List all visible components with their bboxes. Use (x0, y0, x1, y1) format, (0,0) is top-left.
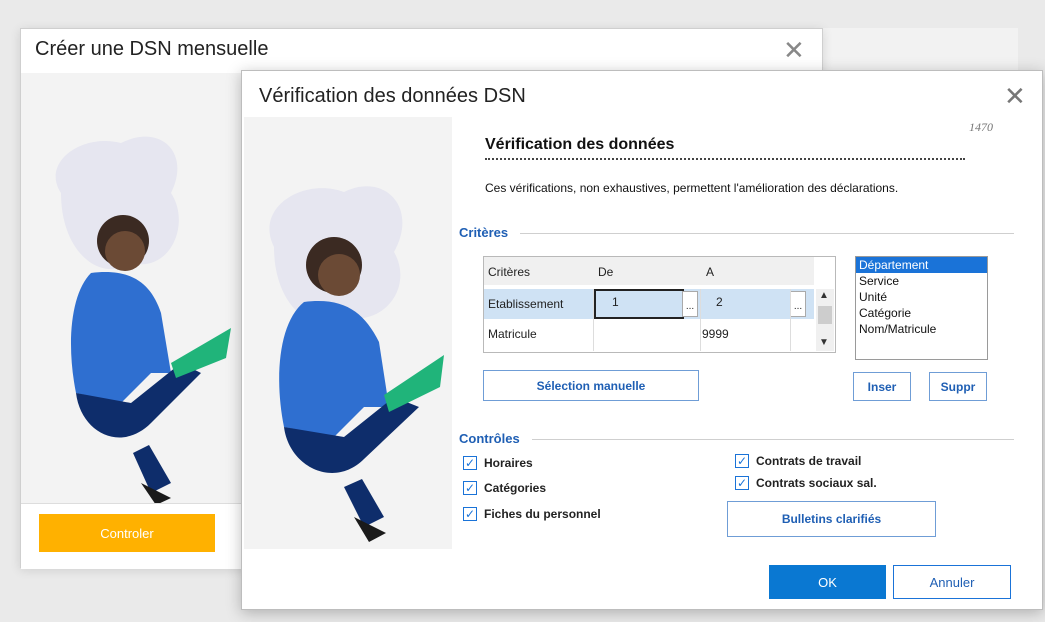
grid-cell-a[interactable]: 2 (716, 295, 723, 309)
sort-order-list[interactable]: Département Service Unité Catégorie Nom/… (855, 256, 988, 360)
checkbox-label: Contrats sociaux sal. (756, 476, 877, 490)
person-laptop-illustration (269, 186, 444, 542)
checkmark-icon[interactable]: ✓ (463, 507, 477, 521)
grid-cell-critere[interactable]: Etablissement (488, 297, 563, 311)
fiches-personnel-checkbox[interactable]: ✓ Fiches du personnel (463, 507, 601, 521)
grid-header-a: A (706, 265, 715, 279)
illustration-panel (21, 73, 241, 505)
ellipsis-button[interactable]: ... (790, 291, 806, 317)
dialog-title: Vérification des données DSN (259, 85, 526, 107)
person-laptop-illustration (55, 136, 231, 505)
column-divider (700, 289, 701, 351)
grid-scrollbar[interactable]: ▲ ▼ (816, 289, 834, 351)
scroll-thumb[interactable] (818, 306, 832, 324)
column-divider (593, 289, 594, 351)
checkmark-icon[interactable]: ✓ (463, 456, 477, 470)
checkmark-icon[interactable]: ✓ (463, 481, 477, 495)
section-divider (532, 439, 1014, 440)
form-code: 1470 (969, 120, 993, 134)
checkmark-icon[interactable]: ✓ (735, 476, 749, 490)
criteria-grid[interactable]: Critères De A Etablissement 1 ... 2 ... … (483, 256, 836, 353)
scroll-down-icon[interactable]: ▼ (819, 337, 829, 348)
list-item[interactable]: Catégorie (856, 305, 987, 321)
contrats-sociaux-checkbox[interactable]: ✓ Contrats sociaux sal. (735, 476, 877, 490)
checkbox-label: Catégories (484, 481, 547, 495)
criteres-section-title: Critères (459, 225, 509, 240)
contrats-travail-checkbox[interactable]: ✓ Contrats de travail (735, 454, 861, 468)
bulletins-clarifies-button[interactable]: Bulletins clarifiés (727, 501, 936, 537)
categories-checkbox[interactable]: ✓ Catégories (463, 481, 546, 495)
grid-header-criteres: Critères (488, 265, 531, 279)
window-title: Créer une DSN mensuelle (35, 38, 269, 60)
grid-cell-de[interactable]: 1 (612, 295, 619, 309)
inser-button[interactable]: Inser (853, 372, 911, 401)
section-divider (520, 233, 1014, 234)
annuler-button[interactable]: Annuler (893, 565, 1011, 599)
suppr-button[interactable]: Suppr (929, 372, 987, 401)
scroll-up-icon[interactable]: ▲ (819, 290, 829, 301)
list-item[interactable]: Unité (856, 289, 987, 305)
list-item[interactable]: Département (856, 257, 987, 273)
illustration-panel (244, 117, 452, 549)
checkbox-label: Contrats de travail (756, 454, 862, 468)
list-item[interactable]: Service (856, 273, 987, 289)
column-divider (790, 289, 791, 351)
checkbox-label: Fiches du personnel (484, 507, 601, 521)
checkmark-icon[interactable]: ✓ (735, 454, 749, 468)
horaires-checkbox[interactable]: ✓ Horaires (463, 456, 533, 470)
selection-manuelle-button[interactable]: Sélection manuelle (483, 370, 699, 401)
page-heading: Vérification des données (485, 136, 675, 153)
dotted-divider (485, 158, 965, 160)
controler-button[interactable]: Controler (39, 514, 215, 552)
grid-header: Critères De A (484, 257, 814, 285)
grid-cell-critere[interactable]: Matricule (488, 327, 537, 341)
checkbox-label: Horaires (484, 456, 533, 470)
list-item[interactable]: Nom/Matricule (856, 321, 987, 337)
grid-header-de: De (598, 265, 614, 279)
verification-dialog: Vérification des données DSN ✕ 1470 Véri… (241, 70, 1043, 610)
ellipsis-button[interactable]: ... (682, 291, 698, 317)
ok-button[interactable]: OK (769, 565, 886, 599)
close-icon[interactable]: ✕ (1004, 81, 1026, 112)
close-icon[interactable]: ✕ (783, 35, 805, 66)
description-text: Ces vérifications, non exhaustives, perm… (485, 181, 899, 195)
grid-cell-de-active[interactable] (594, 289, 684, 319)
controles-section-title: Contrôles (459, 431, 520, 446)
grid-cell-a[interactable]: 9999 (702, 327, 729, 341)
